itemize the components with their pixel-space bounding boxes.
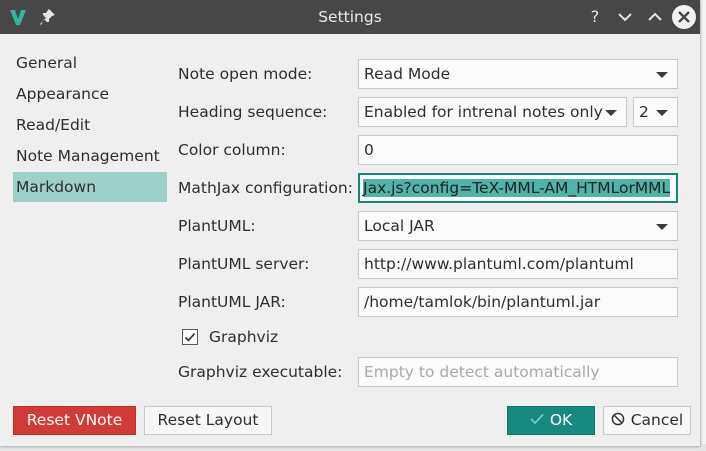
chevron-down-icon (605, 110, 617, 116)
mathjax-config-input[interactable]: Jax.js?config=TeX-MML-AM_HTMLorMML (358, 173, 678, 203)
background-window-edge (700, 0, 706, 451)
help-button[interactable]: ? (583, 5, 607, 29)
plantuml-jar-label: PlantUML JAR: (178, 293, 286, 311)
checkmark-icon (530, 413, 544, 424)
reset-vnote-button[interactable]: Reset VNote (13, 406, 136, 435)
reset-layout-button[interactable]: Reset Layout (144, 406, 272, 435)
plantuml-server-input[interactable]: http://www.plantuml.com/plantuml (358, 249, 678, 279)
title-bar[interactable]: Settings ? (0, 0, 700, 34)
color-column-input[interactable]: 0 (358, 135, 678, 165)
reset-layout-label: Reset Layout (157, 411, 259, 429)
plantuml-jar-value: /home/tamlok/bin/plantuml.jar (364, 293, 601, 311)
graphviz-executable-input[interactable]: Empty to detect automatically (358, 357, 678, 387)
heading-sequence-label: Heading sequence: (178, 103, 328, 121)
close-button[interactable] (672, 5, 696, 29)
color-column-label: Color column: (178, 141, 286, 159)
note-open-mode-value: Read Mode (364, 65, 451, 83)
mathjax-config-value: Jax.js?config=TeX-MML-AM_HTMLorMML (363, 179, 671, 197)
cancel-button[interactable]: Cancel (603, 406, 691, 435)
sidebar-item-note-management[interactable]: Note Management (13, 141, 167, 171)
chevron-down-icon (656, 110, 668, 116)
ok-label: OK (549, 411, 573, 429)
cancel-icon (611, 412, 625, 425)
checkmark-icon (184, 332, 196, 342)
graphviz-executable-label: Graphviz executable: (178, 363, 343, 381)
heading-level-select[interactable]: 2 (633, 97, 678, 127)
plantuml-jar-input[interactable]: /home/tamlok/bin/plantuml.jar (358, 287, 678, 317)
chevron-down-icon (656, 224, 668, 230)
maximize-button[interactable] (643, 5, 667, 29)
note-open-mode-select[interactable]: Read Mode (358, 59, 678, 89)
note-open-mode-label: Note open mode: (178, 65, 313, 83)
plantuml-value: Local JAR (364, 217, 435, 235)
mathjax-config-label: MathJax configuration: (178, 179, 353, 197)
color-column-value: 0 (364, 141, 374, 159)
plantuml-label: PlantUML: (178, 217, 256, 235)
plantuml-select[interactable]: Local JAR (358, 211, 678, 241)
plantuml-server-value: http://www.plantuml.com/plantuml (364, 255, 634, 273)
sidebar-item-appearance[interactable]: Appearance (13, 79, 167, 109)
sidebar-item-markdown[interactable]: Markdown (13, 172, 167, 202)
ok-button[interactable]: OK (507, 406, 595, 435)
cancel-label: Cancel (630, 411, 684, 429)
heading-sequence-select[interactable]: Enabled for intrenal notes only (358, 97, 627, 127)
chevron-down-icon (656, 72, 668, 78)
settings-dialog: Settings ? General Appearance Read/Edit … (0, 0, 700, 446)
sidebar-item-general[interactable]: General (13, 48, 167, 78)
graphviz-executable-placeholder: Empty to detect automatically (364, 363, 600, 381)
reset-vnote-label: Reset VNote (26, 411, 123, 429)
heading-level-value: 2 (639, 103, 649, 121)
graphviz-checkbox[interactable] (182, 329, 198, 345)
heading-sequence-value: Enabled for intrenal notes only (364, 103, 603, 121)
plantuml-server-label: PlantUML server: (178, 255, 310, 273)
graphviz-label[interactable]: Graphviz (209, 322, 278, 352)
sidebar-item-read-edit[interactable]: Read/Edit (13, 110, 167, 140)
minimize-button[interactable] (613, 5, 637, 29)
